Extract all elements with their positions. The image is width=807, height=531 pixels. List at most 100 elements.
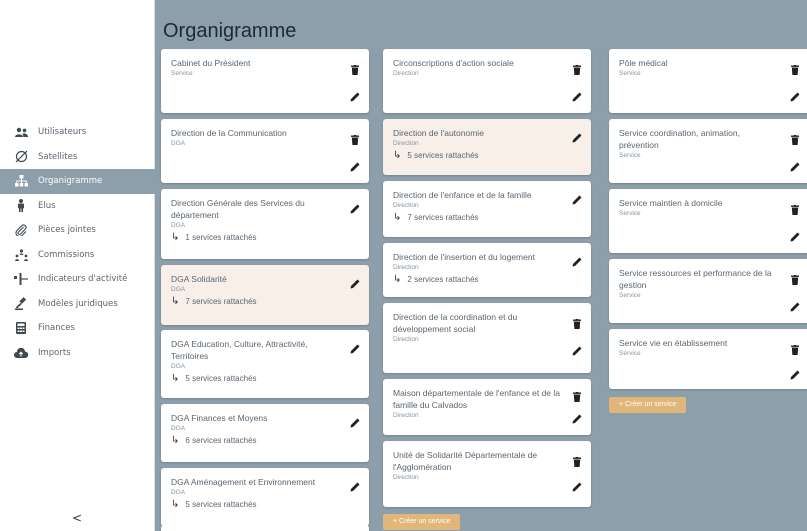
sidebar-item-elus[interactable]: Elus bbox=[0, 194, 155, 219]
pencil-icon[interactable] bbox=[571, 481, 583, 493]
attached-services-link[interactable]: ↳ 7 services rattachés bbox=[171, 296, 341, 307]
sidebar-item-modeles-juridiques[interactable]: Modèles juridiques bbox=[0, 292, 155, 317]
card-type: DGA bbox=[171, 140, 186, 147]
trash-icon[interactable] bbox=[349, 64, 361, 76]
org-card[interactable]: Direction de l'insertion et du logement … bbox=[383, 243, 591, 297]
trash-icon[interactable] bbox=[571, 318, 583, 330]
org-card[interactable]: Service maintien à domicile Service bbox=[609, 189, 807, 253]
pencil-icon[interactable] bbox=[789, 161, 801, 173]
card-type: Service bbox=[619, 70, 641, 77]
trash-icon[interactable] bbox=[571, 64, 583, 76]
card-type: Direction bbox=[393, 474, 419, 481]
trash-icon[interactable] bbox=[789, 204, 801, 216]
sidebar-item-label: Utilisateurs bbox=[38, 127, 87, 138]
pencil-icon[interactable] bbox=[571, 91, 583, 103]
create-service-button[interactable]: + Créer un service bbox=[609, 397, 687, 413]
main-content: Organigramme Cabinet du Président Servic… bbox=[155, 0, 807, 531]
card-type: DGA bbox=[171, 363, 186, 370]
pencil-icon[interactable] bbox=[349, 481, 361, 493]
card-title: Service ressources et performance de la … bbox=[619, 268, 772, 290]
pencil-icon[interactable] bbox=[789, 91, 801, 103]
attached-services-link[interactable]: ↳ 2 services rattachés bbox=[393, 274, 563, 285]
sidebar-item-pieces-jointes[interactable]: Pièces jointes bbox=[0, 218, 155, 243]
card-type: Direction bbox=[393, 336, 419, 343]
org-card[interactable]: Unité de Solidarité Départementale de l'… bbox=[383, 441, 591, 507]
org-card[interactable]: Maison départementale de l'enfance et de… bbox=[383, 379, 591, 435]
trash-icon[interactable] bbox=[571, 391, 583, 403]
card-title: Direction de l'enfance et de la famille bbox=[393, 190, 532, 200]
org-card[interactable]: DGA Aménagement et Environnement DGA ↳ 5 … bbox=[161, 468, 369, 526]
card-title: Unité de Solidarité Départementale de l'… bbox=[393, 450, 538, 472]
sidebar-item-commissions[interactable]: Commissions bbox=[0, 243, 155, 268]
org-card[interactable]: Direction de la Communication DGA bbox=[161, 119, 369, 183]
card-title: Maison départementale de l'enfance et de… bbox=[393, 388, 561, 410]
pencil-icon[interactable] bbox=[349, 161, 361, 173]
pencil-icon[interactable] bbox=[349, 343, 361, 355]
attached-services-link[interactable]: ↳ 6 services rattachés bbox=[171, 435, 341, 446]
card-title: Direction de l'autonomie bbox=[393, 128, 484, 138]
org-card[interactable]: Cabinet du Président Service bbox=[161, 49, 369, 113]
pencil-icon[interactable] bbox=[571, 194, 583, 206]
trash-icon[interactable] bbox=[789, 134, 801, 146]
attached-services-count: 7 services rattachés bbox=[407, 213, 479, 222]
org-card[interactable]: DGA Solidarité DGA ↳ 7 services rattachés bbox=[161, 265, 369, 325]
sidebar-item-finances[interactable]: Finances bbox=[0, 316, 155, 341]
trash-icon[interactable] bbox=[349, 134, 361, 146]
sidebar-item-indicateurs[interactable]: Indicateurs d'activité bbox=[0, 267, 155, 292]
satellite-icon bbox=[14, 150, 28, 164]
org-card[interactable]: Direction Générale des Services du dépar… bbox=[161, 189, 369, 259]
org-card[interactable]: Pôle médical Service bbox=[609, 49, 807, 113]
pencil-icon[interactable] bbox=[349, 278, 361, 290]
attached-services-link[interactable]: ↳ 5 services rattachés bbox=[171, 499, 341, 510]
sidebar: Utilisateurs Satellites Organigramme Elu… bbox=[0, 0, 155, 531]
org-card[interactable]: DGA Education, Culture, Attractivité, Te… bbox=[161, 330, 369, 398]
org-card[interactable]: DGA Finances et Moyens DGA ↳ 6 services r… bbox=[161, 404, 369, 462]
sidebar-item-utilisateurs[interactable]: Utilisateurs bbox=[0, 120, 155, 145]
collapse-sidebar-button[interactable]: < bbox=[72, 511, 82, 525]
pencil-icon[interactable] bbox=[349, 91, 361, 103]
trash-icon[interactable] bbox=[571, 456, 583, 468]
card-title: Direction de la coordination et du dével… bbox=[393, 312, 518, 334]
arrow-icon: ↳ bbox=[171, 373, 180, 384]
org-card[interactable]: Service vie en établissement Service bbox=[609, 329, 807, 389]
attached-services-link[interactable]: ↳ 1 services rattachés bbox=[171, 232, 341, 243]
org-card[interactable]: Circonscriptions d'action sociale Direct… bbox=[383, 49, 591, 113]
pencil-icon[interactable] bbox=[349, 203, 361, 215]
attached-services-link[interactable]: ↳ 7 services rattachés bbox=[393, 212, 563, 223]
sidebar-item-organigramme[interactable]: Organigramme bbox=[0, 169, 155, 194]
trash-icon[interactable] bbox=[789, 274, 801, 286]
sidebar-item-label: Modèles juridiques bbox=[38, 298, 118, 309]
org-card[interactable]: Direction de l'enfance et de la famille … bbox=[383, 181, 591, 237]
calculator-icon bbox=[14, 321, 28, 335]
org-card[interactable]: Direction de la coordination et du dével… bbox=[383, 303, 591, 373]
org-card[interactable]: Direction de l'autonomie Direction ↳ 5 se… bbox=[383, 119, 591, 175]
pencil-icon[interactable] bbox=[571, 413, 583, 425]
pencil-icon[interactable] bbox=[789, 369, 801, 381]
org-card[interactable]: Service coordination, animation, prévent… bbox=[609, 119, 807, 183]
sidebar-item-satellites[interactable]: Satellites bbox=[0, 145, 155, 170]
sidebar-item-label: Organigramme bbox=[38, 176, 103, 187]
card-type: DGA bbox=[171, 286, 186, 293]
person-icon bbox=[14, 199, 28, 213]
org-card[interactable]: Service ressources et performance de la … bbox=[609, 259, 807, 323]
attached-services-link[interactable]: ↳ 5 services rattachés bbox=[393, 150, 563, 161]
pencil-icon[interactable] bbox=[789, 231, 801, 243]
trash-icon[interactable] bbox=[789, 64, 801, 76]
card-title: Direction de l'insertion et du logement bbox=[393, 252, 535, 262]
card-type: Service bbox=[619, 152, 641, 159]
pencil-icon[interactable] bbox=[571, 132, 583, 144]
sidebar-item-imports[interactable]: Imports bbox=[0, 341, 155, 366]
people-group-icon bbox=[14, 248, 28, 262]
trash-icon[interactable] bbox=[789, 344, 801, 356]
org-card-partial[interactable] bbox=[161, 525, 369, 531]
pencil-icon[interactable] bbox=[571, 345, 583, 357]
paperclip-icon bbox=[14, 223, 28, 237]
card-type: Direction bbox=[393, 412, 419, 419]
pencil-icon[interactable] bbox=[349, 417, 361, 429]
pencil-icon[interactable] bbox=[789, 301, 801, 313]
card-title: DGA Finances et Moyens bbox=[171, 413, 268, 423]
create-service-button[interactable]: + Créer un service bbox=[383, 514, 461, 530]
attached-services-link[interactable]: ↳ 5 services rattachés bbox=[171, 373, 341, 384]
pencil-icon[interactable] bbox=[571, 256, 583, 268]
card-title: DGA Solidarité bbox=[171, 274, 227, 284]
